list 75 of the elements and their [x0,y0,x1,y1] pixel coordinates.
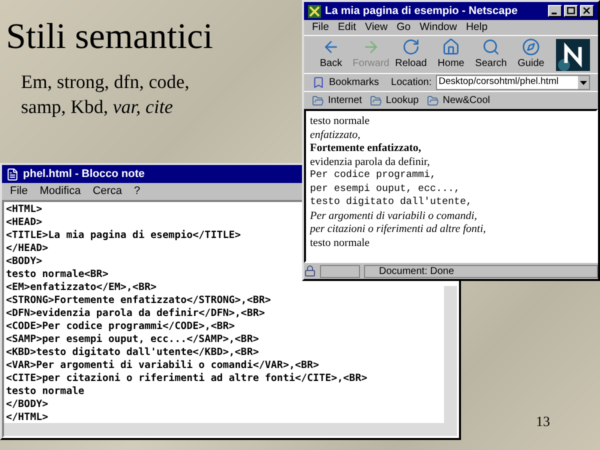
lock-icon [304,265,316,277]
toolbar-button[interactable]: Search [472,38,510,71]
close-icon[interactable] [580,5,594,17]
content-line: enfatizzato, [310,128,360,142]
code-line: testo normale [6,385,84,398]
browser-icon [308,4,321,18]
compass-icon [522,38,540,56]
status-panel [320,264,360,278]
code-line: <HTML> [6,203,42,216]
bookmark-link[interactable]: Lookup [370,93,419,108]
code-line: <CITE>per citazioni o riferimenti ad altre fonti</CITE>,<BR> [6,372,368,385]
toolbar-button[interactable]: Reload [392,38,430,71]
menu-item[interactable]: Modifica [40,183,81,200]
slide-title: Stili semantici [6,18,213,54]
content-line: evidenzia parola da definir, [310,156,430,169]
window-title: phel.html - Blocco note [23,166,145,182]
horizontal-scrollbar[interactable] [4,423,457,436]
menu-item[interactable]: View [365,20,388,36]
code-line: <EM>enfatizzato</EM>,<BR> [6,281,157,294]
netscape-logo [556,38,590,70]
code-line: testo normale<BR> [6,268,108,281]
code-line: <HEAD> [6,216,42,229]
maximize-icon[interactable] [564,5,578,17]
location-label: Location: [391,76,432,90]
home-icon [442,38,460,56]
code-line: <STRONG>Fortemente enfatizzato</STRONG>,<BR> [6,294,271,307]
folder-icon [370,94,382,106]
code-line: <VAR>Per argomenti di variabili o comandi</VAR>,<BR> [6,359,320,372]
content-line: per citazioni o riferimenti ad altre fonti, [310,223,486,236]
code-line: <BODY> [6,255,42,268]
bookmark-icon [312,76,325,89]
slide-subtitle: Em, strong, dfn, code, samp, Kbd, var, cite [21,71,190,120]
menu-item[interactable]: Go [396,20,411,36]
code-line: <KBD>testo digitato dall'utente</KBD>,<BR> [6,346,259,359]
menu-item[interactable]: ? [134,183,140,200]
search-icon [482,38,500,56]
content-line: Per argomenti di variabili o comandi, [310,210,478,223]
content-line: testo digitato dall'utente, [310,196,472,210]
folder-icon [312,94,324,106]
menu-item[interactable]: Help [466,20,488,36]
content-line: Fortemente enfatizzato, [310,142,422,156]
menu-item[interactable]: Edit [338,20,356,36]
code-line: <CODE>Per codice programmi</CODE>,<BR> [6,320,235,333]
status-text: Document: Done [364,264,598,278]
vertical-scrollbar[interactable] [444,286,457,423]
dropdown-icon[interactable] [578,76,589,89]
content-line: per esempi ouput, ecc..., [310,182,460,196]
content-line: testo normale [310,236,370,250]
code-line: </BODY> [6,398,48,411]
minimize-icon[interactable] [548,5,562,17]
bookmark-link[interactable]: Internet [312,93,362,108]
bookmark-link[interactable]: New&Cool [426,93,490,108]
menu-item[interactable]: Window [420,20,457,36]
toolbar-button[interactable]: Guide [512,38,550,71]
folder-icon [426,94,439,106]
location-field[interactable]: Desktop/corsohtml/phel.html [436,75,590,90]
code-line: <SAMP>per esempi ouput, ecc...</SAMP>,<BR> [6,333,259,346]
location-text: Desktop/corsohtml/phel.html [438,75,560,90]
menu-item[interactable]: File [10,183,28,200]
menu-item[interactable]: Cerca [92,183,122,200]
bookmarks-button[interactable]: Bookmarks [329,75,380,90]
toolbar-button[interactable]: Back [312,38,350,71]
code-line: </HTML> [6,411,48,424]
notepad-icon [6,168,19,180]
window-title: La mia pagina di esempio - Netscape [325,4,519,19]
code-line: <DFN>evidenzia parola da definir</DFN>,<BR> [6,307,265,320]
toolbar-button[interactable]: Home [432,38,470,71]
menu-item[interactable]: File [312,20,329,36]
code-line: <TITLE>La mia pagina di esempio</TITLE> [6,229,241,242]
reload-icon [402,38,420,56]
forward-arrow-icon [362,38,380,56]
content-line: testo normale [310,115,370,128]
page-number: 13 [536,414,550,432]
code-line: </HEAD> [6,242,48,255]
content-line: Per codice programmi, [310,169,436,182]
